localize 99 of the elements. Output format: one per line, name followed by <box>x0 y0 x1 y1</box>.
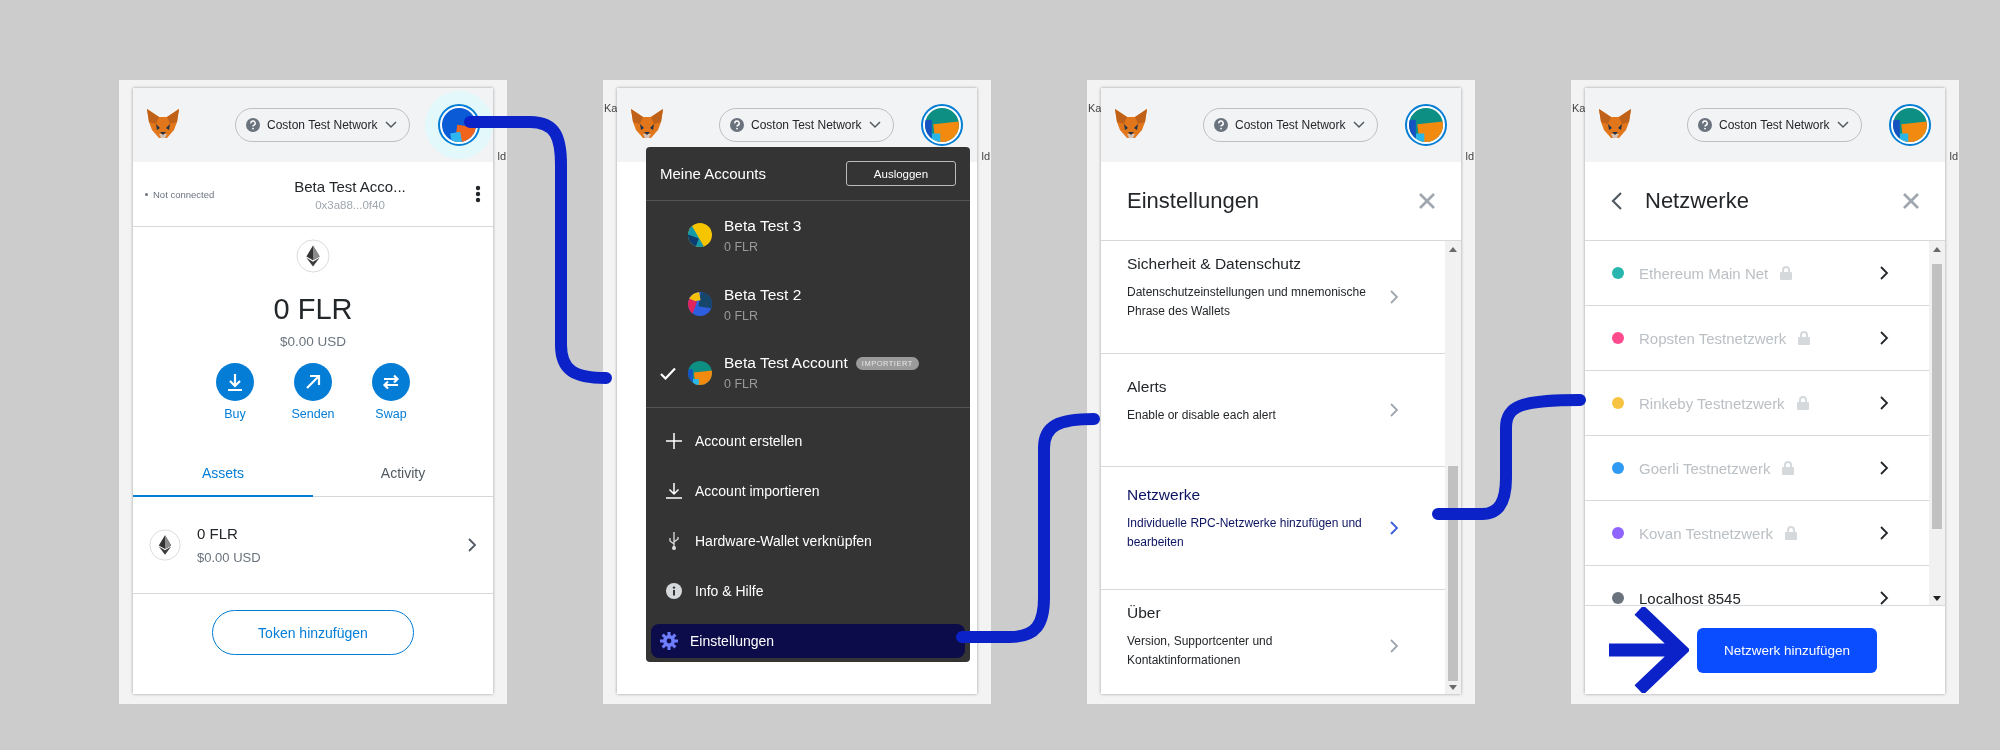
help-icon <box>730 118 744 132</box>
chevron-right-icon <box>1389 289 1399 305</box>
help-icon <box>1214 118 1228 132</box>
download-icon <box>665 483 683 499</box>
scrollbar[interactable] <box>1445 241 1461 694</box>
chevron-right-icon <box>1879 265 1889 281</box>
network-selector[interactable]: Coston Test Network <box>1203 108 1378 142</box>
plus-icon <box>665 433 683 449</box>
lock-icon <box>1798 331 1811 345</box>
avatar-icon <box>925 108 959 142</box>
logout-button[interactable]: Ausloggen <box>846 161 956 186</box>
asset-fiat: $0.00 USD <box>197 550 262 565</box>
page-title: Einstellungen <box>1127 188 1261 214</box>
tab[interactable]: Assets <box>133 451 313 497</box>
network-name: Rinkeby Testnetzwerk <box>1639 394 1785 412</box>
chevron-right-icon <box>1389 520 1399 536</box>
download-icon <box>216 363 254 401</box>
backdrop-text: ld <box>1949 150 1958 162</box>
network-name: Localhost 8545 <box>1639 589 1741 605</box>
page-title: Netzwerke <box>1645 188 1750 214</box>
menu-item[interactable]: Account erstellen <box>651 416 965 466</box>
asset-amount: 0 FLR <box>197 525 239 542</box>
account-name[interactable]: Beta Test Acco... <box>294 177 406 195</box>
swap-icon <box>372 363 410 401</box>
account-avatar[interactable] <box>1405 104 1447 146</box>
menu-item[interactable]: Einstellungen <box>651 624 965 658</box>
account-avatar[interactable] <box>1889 104 1931 146</box>
network-name: Ropsten Testnetzwerk <box>1639 329 1787 347</box>
action-button[interactable]: Swap <box>371 363 411 421</box>
avatar-icon <box>688 223 712 248</box>
avatar-icon <box>688 292 712 316</box>
tab[interactable]: Activity <box>313 451 493 497</box>
backdrop-text: Ka <box>1572 102 1586 114</box>
action-button[interactable]: Senden <box>293 363 333 421</box>
account-name: Beta Test 3 <box>724 216 802 235</box>
account-balance: 0 FLR <box>724 308 760 323</box>
balance-fiat: $0.00 USD <box>279 334 346 349</box>
help-icon <box>1698 118 1712 132</box>
chevron-down-icon <box>384 121 397 129</box>
account-avatar[interactable] <box>438 104 480 146</box>
connection-status: Not connected <box>153 188 215 200</box>
chevron-right-icon <box>467 537 477 553</box>
chevron-right-icon <box>1389 402 1399 418</box>
scroll-up-icon[interactable] <box>1449 247 1457 252</box>
chevron-right-icon <box>1879 330 1889 346</box>
lock-icon <box>1784 526 1797 540</box>
backdrop-text: Ka <box>604 102 618 114</box>
info-icon <box>665 583 683 599</box>
lock-icon <box>1796 396 1809 410</box>
network-selector[interactable]: Coston Test Network <box>235 108 410 142</box>
account-item[interactable]: Beta Test 3 0 FLR <box>646 201 970 270</box>
scroll-up-icon[interactable] <box>1933 247 1941 252</box>
backdrop-text: Ka <box>1088 102 1102 114</box>
lock-icon <box>1782 461 1795 475</box>
chevron-right-icon <box>1389 638 1399 654</box>
avatar-icon <box>688 360 712 385</box>
chevron-down-icon <box>1836 121 1849 129</box>
account-balance: 0 FLR <box>724 377 760 392</box>
back-icon[interactable] <box>1611 192 1623 210</box>
network-name: Goerli Testnetzwerk <box>1639 459 1771 477</box>
scrollbar-thumb[interactable] <box>1448 466 1458 681</box>
chevron-right-icon <box>1879 395 1889 411</box>
help-icon <box>246 118 260 132</box>
backdrop-text: ld <box>497 150 506 162</box>
account-avatar[interactable] <box>921 104 963 146</box>
account-name: Beta Test 2 <box>724 285 802 304</box>
chevron-right-icon <box>1879 590 1889 605</box>
lock-icon <box>1780 266 1793 280</box>
balance-amount: 0 FLR <box>273 293 353 326</box>
check-icon <box>660 367 676 381</box>
chevron-right-icon <box>1879 460 1889 476</box>
menu-item[interactable]: Hardware-Wallet verknüpfen <box>651 516 965 566</box>
ethereum-icon <box>296 239 330 273</box>
asset-row[interactable]: 0 FLR $0.00 USD <box>133 497 493 594</box>
settings-icon <box>660 632 678 650</box>
avatar-icon <box>1409 108 1443 142</box>
backdrop-text: ld <box>981 150 990 162</box>
account-balance: 0 FLR <box>724 239 760 254</box>
status-dot <box>145 192 148 196</box>
backdrop-text: ld <box>1465 150 1474 162</box>
chevron-down-icon <box>868 121 881 129</box>
action-button[interactable]: Buy <box>215 363 255 421</box>
scroll-down-icon[interactable] <box>1933 596 1941 601</box>
scrollbar-thumb[interactable] <box>1932 263 1942 529</box>
network-name: Ethereum Main Net <box>1639 264 1769 282</box>
account-item[interactable]: Beta Test 2 0 FLR <box>646 269 970 339</box>
menu-item[interactable]: Account importieren <box>651 466 965 516</box>
menu-item[interactable]: Info & Hilfe <box>651 566 965 616</box>
chevron-right-icon <box>1879 525 1889 541</box>
add-token-button[interactable]: Token hinzufügen <box>212 610 414 655</box>
menu-title: Meine Accounts <box>660 165 766 182</box>
add-network-button[interactable]: Netzwerk hinzufügen <box>1697 627 1877 673</box>
ethereum-icon <box>149 529 181 561</box>
scrollbar[interactable] <box>1929 241 1945 605</box>
avatar-icon <box>1893 108 1927 142</box>
account-name: Beta Test Account <box>724 354 848 373</box>
chevron-down-icon <box>1352 121 1365 129</box>
network-name: Kovan Testnetzwerk <box>1639 524 1773 542</box>
kebab-menu-icon[interactable] <box>475 185 481 203</box>
